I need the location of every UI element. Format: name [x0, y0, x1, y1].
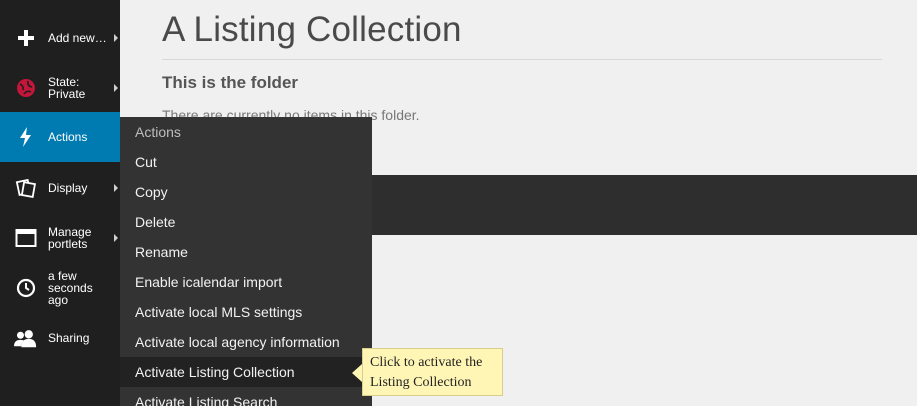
chevron-right-icon — [114, 84, 118, 92]
toolbar-display-label: Display — [48, 181, 88, 195]
actions-menu-header: Actions — [135, 124, 181, 140]
menu-item-copy[interactable]: Copy — [120, 177, 372, 207]
edit-toolbar: Add new… State: Private Actions Display — [0, 0, 129, 406]
toolbar-add-new[interactable]: Add new… — [0, 18, 120, 58]
toolbar-sharing[interactable]: Sharing — [0, 318, 120, 358]
menu-item-cut[interactable]: Cut — [120, 147, 372, 177]
toolbar-state-label: State: Private — [48, 75, 86, 101]
bolt-icon — [14, 125, 38, 149]
menu-item-activate-listing-collection[interactable]: Activate Listing Collection — [120, 357, 372, 387]
clock-icon — [14, 276, 38, 300]
title-divider — [162, 59, 882, 60]
tooltip-line-1: Click to activate the — [370, 355, 483, 370]
page-title: A Listing Collection — [162, 10, 462, 49]
toolbar-manage-portlets-label: Manage portlets — [48, 225, 92, 251]
toolbar-sharing-label: Sharing — [48, 331, 90, 345]
toolbar-history[interactable]: a few seconds ago — [0, 266, 120, 310]
menu-item-rename[interactable]: Rename — [120, 237, 372, 267]
actions-menu: Actions Cut Copy Delete Rename Enable ic… — [120, 117, 372, 406]
toolbar-display[interactable]: Display — [0, 168, 120, 208]
menu-item-enable-icalendar-import[interactable]: Enable icalendar import — [120, 267, 372, 297]
toolbar-manage-portlets[interactable]: Manage portlets — [0, 218, 120, 258]
state-icon — [14, 76, 38, 100]
users-icon — [14, 326, 38, 350]
menu-item-activate-local-agency-information[interactable]: Activate local agency information — [120, 327, 372, 357]
toolbar-actions[interactable]: Actions — [0, 112, 129, 162]
toolbar-actions-label: Actions — [48, 130, 88, 144]
tooltip-pointer — [352, 364, 362, 382]
chevron-right-icon — [114, 34, 118, 42]
toolbar-history-label: a few seconds ago — [48, 269, 93, 307]
folder-description: This is the folder — [162, 73, 299, 92]
portlets-icon — [14, 226, 38, 250]
menu-item-activate-local-mls-settings[interactable]: Activate local MLS settings — [120, 297, 372, 327]
chevron-right-icon — [114, 184, 118, 192]
content-band — [372, 175, 917, 235]
plus-icon — [14, 26, 38, 50]
toolbar-add-new-label: Add new… — [48, 31, 107, 45]
menu-item-delete[interactable]: Delete — [120, 207, 372, 237]
chevron-right-icon — [114, 234, 118, 242]
tooltip: Click to activate the Listing Collection — [362, 348, 503, 396]
display-icon — [14, 176, 38, 200]
toolbar-state[interactable]: State: Private — [0, 68, 120, 108]
tooltip-line-2: Listing Collection — [370, 375, 472, 390]
menu-item-activate-listing-search[interactable]: Activate Listing Search — [120, 387, 372, 406]
